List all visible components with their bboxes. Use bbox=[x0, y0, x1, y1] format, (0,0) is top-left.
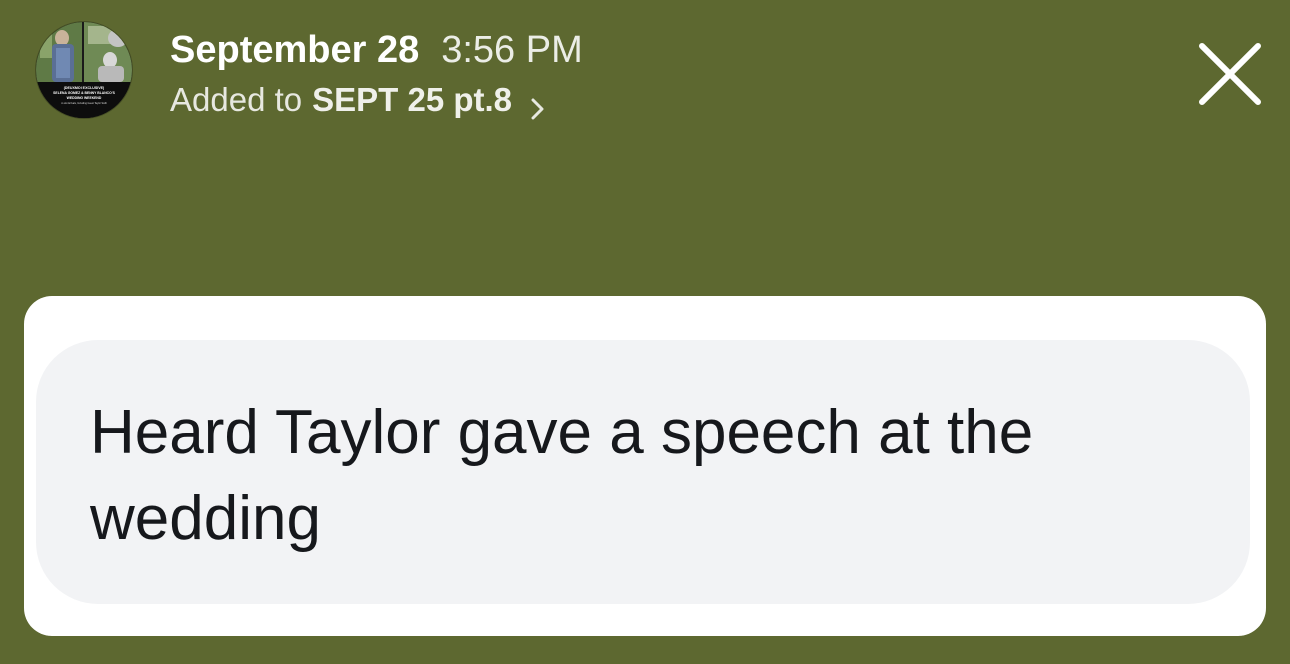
avatar[interactable]: (DEUXMOI EXCLUSIVE) SELENA GOMEZ & BENNY… bbox=[36, 22, 132, 118]
avatar-caption-line4: A-List Arrivals, Including Guest Taylor … bbox=[61, 102, 107, 105]
close-button[interactable] bbox=[1196, 40, 1264, 108]
added-to-label: Added to bbox=[170, 81, 303, 118]
avatar-caption-line1: (DEUXMOI EXCLUSIVE) bbox=[64, 86, 105, 90]
message-bubble: Heard Taylor gave a speech at the weddin… bbox=[36, 340, 1250, 604]
message-card: Heard Taylor gave a speech at the weddin… bbox=[24, 296, 1266, 636]
chevron-right-icon bbox=[530, 89, 546, 120]
story-header: (DEUXMOI EXCLUSIVE) SELENA GOMEZ & BENNY… bbox=[0, 0, 1290, 140]
avatar-thumbnail-image: (DEUXMOI EXCLUSIVE) SELENA GOMEZ & BENNY… bbox=[36, 22, 132, 118]
avatar-caption-line3: WEDDING WEEKEND bbox=[67, 96, 102, 100]
story-date: September 28 bbox=[170, 29, 420, 71]
message-text: Heard Taylor gave a speech at the weddin… bbox=[90, 398, 1034, 553]
avatar-caption-line2: SELENA GOMEZ & BENNY BLANCO'S bbox=[53, 91, 115, 95]
story-time: 3:56 PM bbox=[441, 29, 583, 71]
timestamp-line: September 28 3:56 PM bbox=[170, 28, 583, 72]
collection-name: SEPT 25 pt.8 bbox=[312, 81, 513, 118]
close-icon bbox=[1199, 43, 1261, 105]
added-to-collection-link[interactable]: Added to SEPT 25 pt.8 bbox=[170, 80, 583, 120]
story-meta: September 28 3:56 PM Added to SEPT 25 pt.… bbox=[170, 28, 583, 120]
